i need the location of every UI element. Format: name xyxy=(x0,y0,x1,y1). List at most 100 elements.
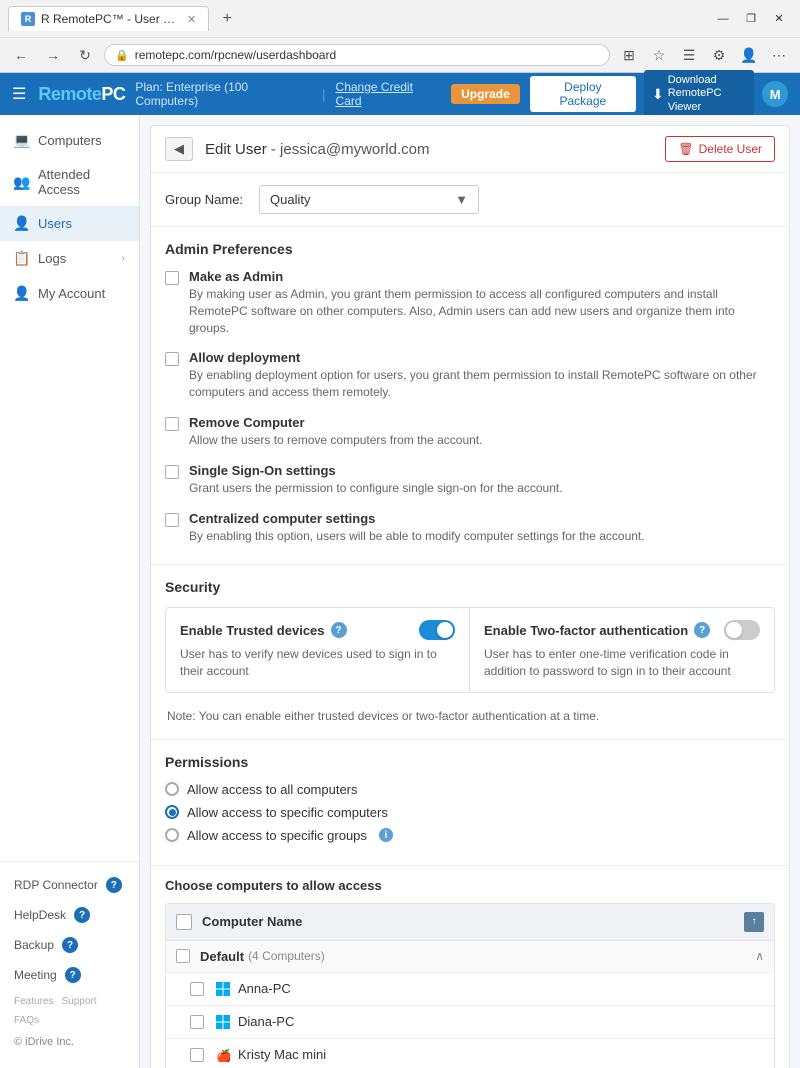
meeting-help-icon[interactable]: ? xyxy=(65,967,81,983)
idrive-copyright: © iDrive Inc. xyxy=(0,1032,139,1052)
sidebar-label-attended: Attended Access xyxy=(38,167,125,197)
radio-groups-circle xyxy=(165,828,179,842)
diana-checkbox[interactable] xyxy=(190,1015,204,1029)
hamburger-icon[interactable]: ☰ xyxy=(12,84,26,104)
minimize-button[interactable]: — xyxy=(710,9,736,29)
security-note: Note: You can enable either trusted devi… xyxy=(165,703,775,733)
trusted-devices-toggle-knob xyxy=(437,622,453,638)
restore-button[interactable]: ❐ xyxy=(738,9,764,29)
sidebar-item-my-account[interactable]: 👤 My Account xyxy=(0,276,139,311)
computer-row-kristy: 🍎 Kristy Mac mini xyxy=(166,1039,774,1068)
remove-computer-label: Remove Computer xyxy=(189,415,775,430)
sidebar-item-computers[interactable]: 💻 Computers xyxy=(0,123,139,158)
top-bar: ☰ RemotePC Plan: Enterprise (100 Compute… xyxy=(0,73,800,115)
back-nav-button[interactable]: ← xyxy=(8,42,34,68)
extensions-icon[interactable]: ⚙ xyxy=(706,42,732,68)
radio-groups-label: Allow access to specific groups xyxy=(187,828,367,843)
download-viewer-button[interactable]: ⬇ Download RemotePC Viewer xyxy=(644,70,754,118)
reader-view-icon[interactable]: ⊞ xyxy=(616,42,642,68)
security-row: Enable Trusted devices ? User has to ver… xyxy=(166,608,774,692)
delete-user-button[interactable]: 🗑 Delete User xyxy=(665,136,775,162)
bookmark-icon[interactable]: ☆ xyxy=(646,42,672,68)
sidebar-item-helpdesk[interactable]: HelpDesk ? xyxy=(0,900,139,930)
sidebar-item-attended-access[interactable]: 👥 Attended Access xyxy=(0,158,139,206)
upgrade-button[interactable]: Upgrade xyxy=(451,84,520,104)
table-header-checkbox[interactable] xyxy=(176,914,192,930)
remove-computer-desc: Allow the users to remove computers from… xyxy=(189,432,775,449)
change-credit-link[interactable]: Change Credit Card xyxy=(336,80,442,108)
kristy-checkbox[interactable] xyxy=(190,1048,204,1062)
group-name-select[interactable]: Quality ▼ xyxy=(259,185,479,214)
rdp-help-icon[interactable]: ? xyxy=(106,877,122,893)
sort-icon[interactable]: ↑ xyxy=(744,912,764,932)
groups-info-icon[interactable]: i xyxy=(379,828,393,842)
table-column-name: Computer Name xyxy=(202,914,744,929)
make-admin-checkbox[interactable] xyxy=(165,271,179,285)
computer-row-diana: Diana-PC xyxy=(166,1006,774,1039)
helpdesk-label: HelpDesk xyxy=(14,908,66,922)
menu-icon[interactable]: ☰ xyxy=(676,42,702,68)
pref-item-centralized: Centralized computer settings By enablin… xyxy=(165,511,775,545)
back-button[interactable]: ◀ xyxy=(165,137,193,161)
profile-icon[interactable]: 👤 xyxy=(736,42,762,68)
address-bar[interactable]: 🔒 remotepc.com/rpcnew/userdashboard xyxy=(104,44,610,66)
close-button[interactable]: ✕ xyxy=(766,9,792,29)
sso-checkbox[interactable] xyxy=(165,465,179,479)
trusted-devices-help-icon[interactable]: ? xyxy=(331,622,347,638)
group-default-checkbox[interactable] xyxy=(176,949,190,963)
centralized-label: Centralized computer settings xyxy=(189,511,775,526)
pref-item-allow-deployment: Allow deployment By enabling deployment … xyxy=(165,350,775,401)
browser-tab[interactable]: R R RemotePC™ - User Mar... ✕ xyxy=(8,6,209,31)
two-factor-help-icon[interactable]: ? xyxy=(694,622,710,638)
trusted-devices-cell: Enable Trusted devices ? User has to ver… xyxy=(166,608,470,692)
close-tab-icon[interactable]: ✕ xyxy=(187,13,196,26)
allow-deployment-label: Allow deployment xyxy=(189,350,775,365)
refresh-button[interactable]: ↻ xyxy=(72,42,98,68)
support-link[interactable]: Support xyxy=(61,996,96,1007)
sidebar-item-backup[interactable]: Backup ? xyxy=(0,930,139,960)
trusted-devices-label: Enable Trusted devices xyxy=(180,623,325,638)
users-icon: 👤 xyxy=(14,215,30,232)
computer-name-anna: Anna-PC xyxy=(238,981,291,996)
backup-help-icon[interactable]: ? xyxy=(62,937,78,953)
edit-user-title: Edit User - jessica@myworld.com xyxy=(205,141,429,158)
sidebar-item-users[interactable]: 👤 Users xyxy=(0,206,139,241)
computer-name-diana: Diana-PC xyxy=(238,1014,294,1029)
meeting-label: Meeting xyxy=(14,968,57,982)
centralized-checkbox[interactable] xyxy=(165,513,179,527)
new-tab-button[interactable]: + xyxy=(215,7,239,31)
sidebar-item-meeting[interactable]: Meeting ? xyxy=(0,960,139,990)
two-factor-label: Enable Two-factor authentication xyxy=(484,623,688,638)
group-default-chevron-icon[interactable]: ∧ xyxy=(755,949,764,963)
sidebar-item-rdp[interactable]: RDP Connector ? xyxy=(0,870,139,900)
table-scroll[interactable]: Default (4 Computers) ∧ Anna-PC xyxy=(166,941,774,1068)
security-box: Enable Trusted devices ? User has to ver… xyxy=(165,607,775,693)
radio-specific-groups[interactable]: Allow access to specific groups i xyxy=(165,828,775,843)
remove-computer-checkbox[interactable] xyxy=(165,417,179,431)
helpdesk-help-icon[interactable]: ? xyxy=(74,907,90,923)
radio-all-computers[interactable]: Allow access to all computers xyxy=(165,782,775,797)
radio-all-circle xyxy=(165,782,179,796)
sidebar-label-computers: Computers xyxy=(38,133,102,148)
apple-icon-kristy: 🍎 xyxy=(214,1046,232,1064)
user-avatar[interactable]: M xyxy=(762,81,788,107)
radio-specific-computers[interactable]: Allow access to specific computers xyxy=(165,805,775,820)
trash-icon: 🗑 xyxy=(678,142,693,156)
sidebar: 💻 Computers 👥 Attended Access 👤 Users 📋 … xyxy=(0,115,140,1068)
two-factor-cell: Enable Two-factor authentication ? User … xyxy=(470,608,774,692)
sidebar-item-logs[interactable]: 📋 Logs › xyxy=(0,241,139,276)
content-area: ◀ Edit User - jessica@myworld.com 🗑 Dele… xyxy=(140,115,800,1068)
radio-all-label: Allow access to all computers xyxy=(187,782,358,797)
faqs-link[interactable]: FAQs xyxy=(14,1015,39,1026)
two-factor-toggle[interactable] xyxy=(724,620,760,640)
deploy-package-button[interactable]: Deploy Package xyxy=(530,76,636,112)
sso-label: Single Sign-On settings xyxy=(189,463,775,478)
anna-checkbox[interactable] xyxy=(190,982,204,996)
svg-text:🍎: 🍎 xyxy=(216,1048,230,1062)
forward-nav-button[interactable]: → xyxy=(40,42,66,68)
features-link[interactable]: Features xyxy=(14,996,53,1007)
more-icon[interactable]: ⋯ xyxy=(766,42,792,68)
trusted-devices-toggle[interactable] xyxy=(419,620,455,640)
allow-deployment-checkbox[interactable] xyxy=(165,352,179,366)
edit-user-header: ◀ Edit User - jessica@myworld.com 🗑 Dele… xyxy=(151,126,789,173)
